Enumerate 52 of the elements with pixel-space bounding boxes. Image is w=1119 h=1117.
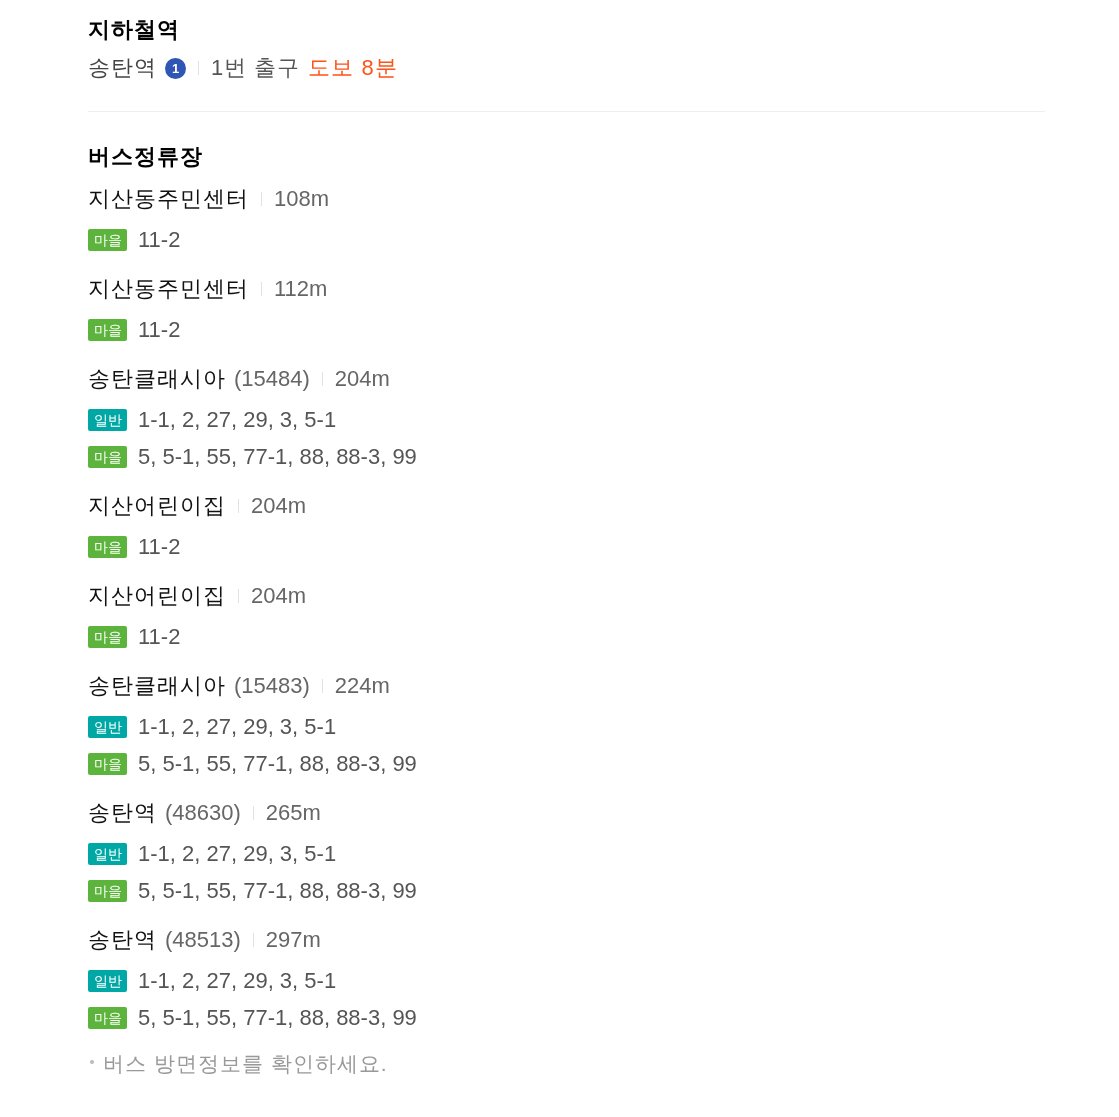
- note-text: 버스 방면정보를 확인하세요.: [103, 1051, 388, 1077]
- route-type-badge: 일반: [88, 408, 127, 431]
- stop-name: 지산어린이집: [88, 582, 226, 610]
- stop-name: 송탄클래시아: [88, 672, 226, 700]
- route-numbers: 5, 5-1, 55, 77-1, 88, 88-3, 99: [138, 1004, 417, 1031]
- stop-name: 지산동주민센터: [88, 275, 249, 303]
- route-numbers: 5, 5-1, 55, 77-1, 88, 88-3, 99: [138, 750, 417, 777]
- route-type-badge: 마을: [88, 318, 127, 341]
- walk-time: 도보 8분: [308, 54, 398, 82]
- route-type-badge: 마을: [88, 535, 127, 558]
- section-title: 지하철역: [88, 16, 181, 44]
- stop-name: 지산어린이집: [88, 492, 226, 520]
- route-numbers: 11-2: [138, 226, 181, 253]
- route-numbers: 1-1, 2, 27, 29, 3, 5-1: [138, 967, 337, 994]
- stop-name: 지산동주민센터: [88, 185, 249, 213]
- stop-name: 송탄클래시아: [88, 365, 226, 393]
- stop-distance: 297m: [265, 927, 321, 953]
- stop-distance: 265m: [265, 800, 321, 826]
- route-type-badge: 일반: [88, 969, 127, 992]
- route-type-badge: 일반: [88, 715, 127, 738]
- stop-distance: 204m: [251, 493, 307, 519]
- stop-name: 송탄역: [88, 926, 157, 954]
- route-type-badge: 마을: [88, 445, 127, 468]
- exit-info: 1번 출구: [211, 54, 301, 82]
- route-numbers: 11-2: [138, 316, 181, 343]
- route-type-badge: 마을: [88, 625, 127, 648]
- route-numbers: 5, 5-1, 55, 77-1, 88, 88-3, 99: [138, 877, 417, 904]
- route-type-badge: 마을: [88, 228, 127, 251]
- stop-name: 송탄역: [88, 799, 157, 827]
- station-name: 송탄역: [88, 54, 157, 82]
- stop-distance: 108m: [274, 186, 330, 212]
- route-type-badge: 마을: [88, 1006, 127, 1029]
- line-badge: 1: [165, 57, 186, 79]
- stop-number: (48513): [165, 927, 241, 953]
- route-numbers: 1-1, 2, 27, 29, 3, 5-1: [138, 406, 337, 433]
- stop-distance: 204m: [251, 583, 307, 609]
- bullet-icon: [90, 1060, 94, 1064]
- stop-distance: 224m: [334, 673, 390, 699]
- route-numbers: 5, 5-1, 55, 77-1, 88, 88-3, 99: [138, 443, 417, 470]
- stop-distance: 112m: [274, 276, 328, 302]
- route-type-badge: 마을: [88, 752, 127, 775]
- stop-distance: 204m: [334, 366, 390, 392]
- route-numbers: 11-2: [138, 533, 181, 560]
- route-numbers: 11-2: [138, 623, 181, 650]
- section-title: 버스정류장: [88, 143, 204, 171]
- route-numbers: 1-1, 2, 27, 29, 3, 5-1: [138, 840, 337, 867]
- route-type-badge: 일반: [88, 842, 127, 865]
- stop-number: (15484): [234, 366, 310, 392]
- stop-number: (48630): [165, 800, 241, 826]
- stop-number: (15483): [234, 673, 310, 699]
- route-type-badge: 마을: [88, 879, 127, 902]
- route-numbers: 1-1, 2, 27, 29, 3, 5-1: [138, 713, 337, 740]
